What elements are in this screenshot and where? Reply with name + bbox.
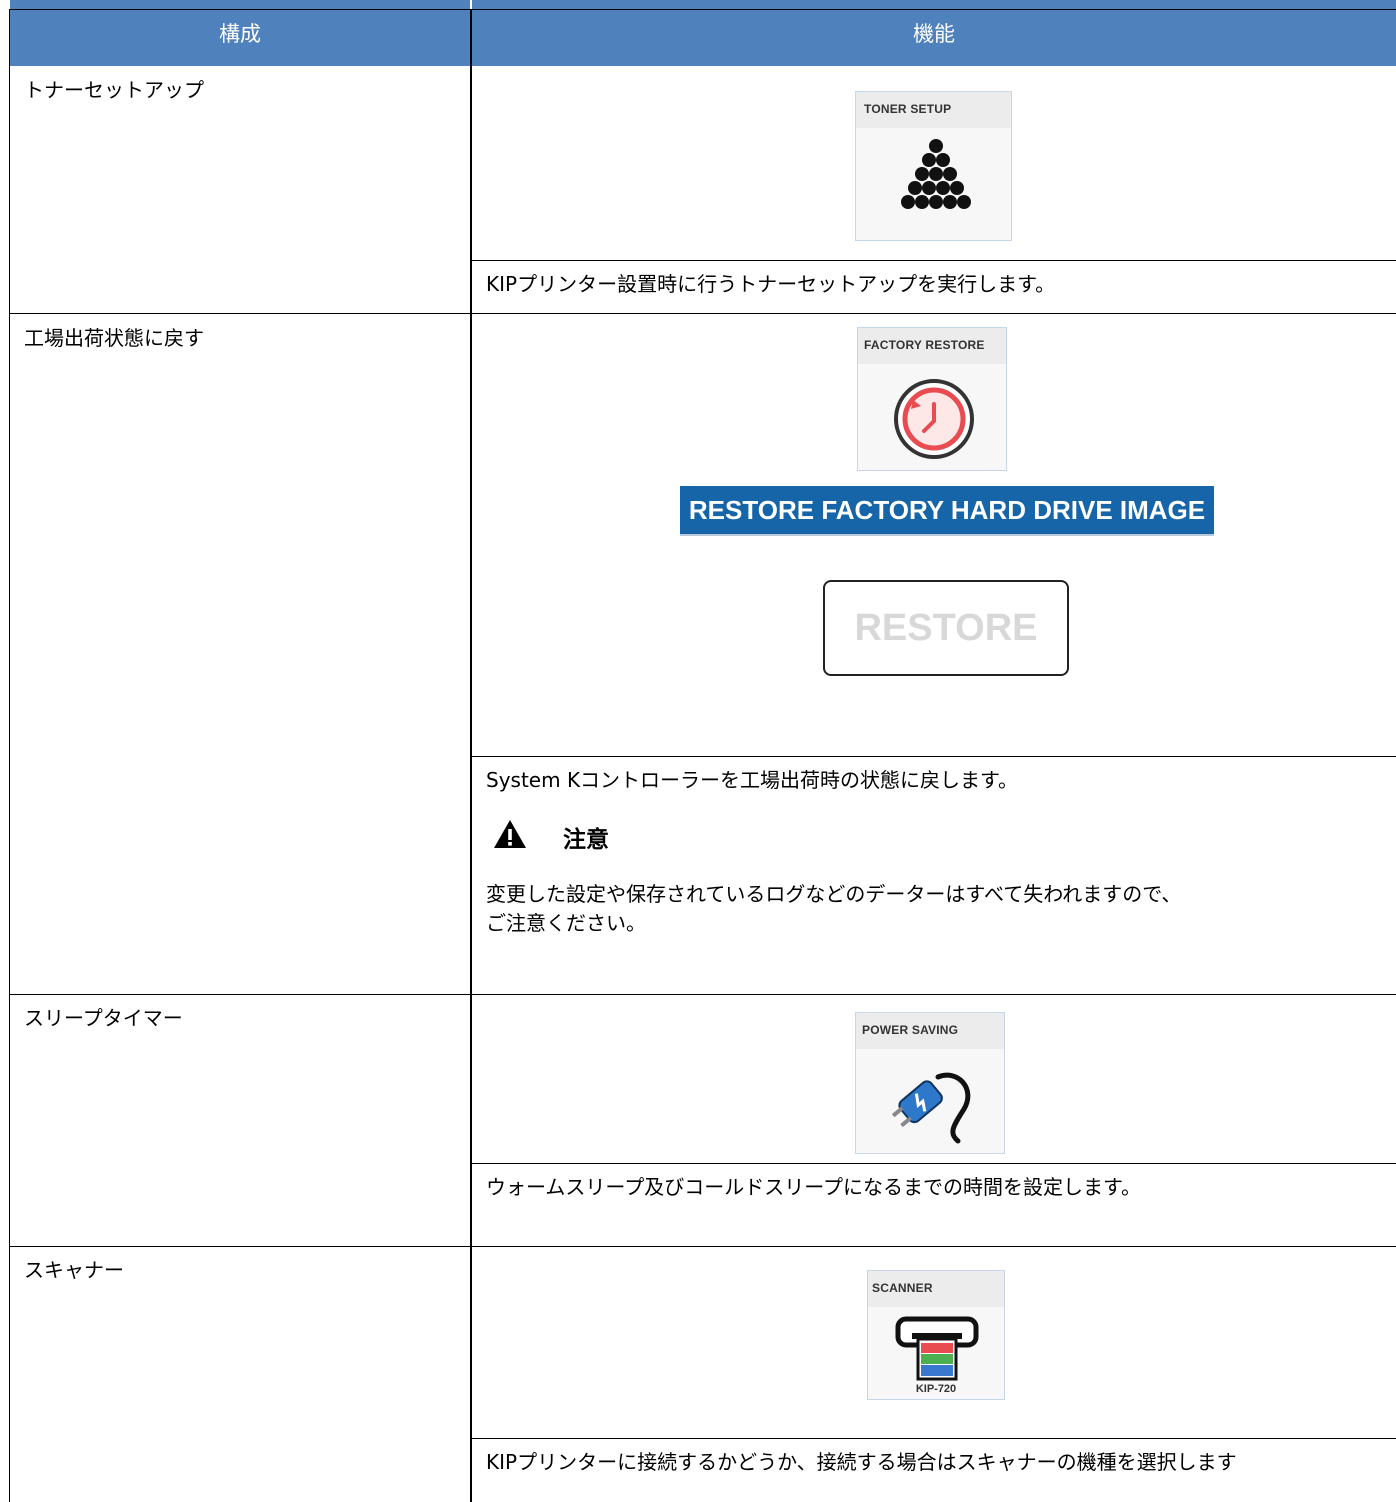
caution-text-line-1: 変更した設定や保存されているログなどのデーターはすべて失われますので、 xyxy=(486,882,1182,906)
power-plug-icon xyxy=(891,1072,971,1144)
cell-divider xyxy=(471,1163,1396,1164)
tile-caption: TONER SETUP xyxy=(864,102,952,116)
row-description-scanner: KIPプリンターに接続するかどうか、接続する場合はスキャナーの機種を選択します xyxy=(486,1450,1237,1474)
cell-divider xyxy=(471,260,1396,261)
table-border-left xyxy=(9,9,10,1502)
row-label-scanner: スキャナー xyxy=(24,1258,124,1282)
restore-clock-icon xyxy=(894,379,974,459)
power-saving-tile[interactable]: POWER SAVING xyxy=(855,1012,1005,1154)
cell-divider xyxy=(471,756,1396,757)
row-label-factory-restore: 工場出荷状態に戻す xyxy=(24,326,204,350)
row-divider xyxy=(9,994,1396,995)
row-label-sleep-timer: スリープタイマー xyxy=(24,1006,183,1030)
tile-caption: POWER SAVING xyxy=(862,1023,959,1037)
row-label-toner-setup: トナーセットアップ xyxy=(24,78,204,102)
row-divider xyxy=(9,313,1396,314)
row-description-sleep-timer: ウォームスリープ及びコールドスリープになるまでの時間を設定します。 xyxy=(486,1175,1141,1199)
row-description-toner-setup: KIPプリンター設置時に行うトナーセットアップを実行します。 xyxy=(486,272,1056,296)
caution-text-line-2: ご注意ください。 xyxy=(486,911,646,935)
toner-setup-tile[interactable]: TONER SETUP xyxy=(855,91,1012,241)
cell-divider xyxy=(471,1438,1396,1439)
toner-pile-icon xyxy=(901,139,971,209)
restore-button[interactable]: RESTORE xyxy=(823,580,1069,676)
row-description-factory-restore: System Kコントローラーを工場出荷時の状態に戻します。 xyxy=(486,768,1019,792)
factory-restore-tile[interactable]: FACTORY RESTORE xyxy=(857,327,1007,471)
restore-image-banner: RESTORE FACTORY HARD DRIVE IMAGE xyxy=(680,486,1214,536)
warning-icon xyxy=(494,820,526,848)
table-border-top xyxy=(9,9,1396,10)
caution-title: 注意 xyxy=(563,827,609,853)
tile-caption: SCANNER xyxy=(872,1281,933,1295)
scanner-model: KIP-720 xyxy=(915,1383,957,1395)
row-divider xyxy=(9,1246,1396,1247)
scanner-icon xyxy=(895,1316,979,1381)
tile-caption: FACTORY RESTORE xyxy=(864,338,985,352)
scanner-tile[interactable]: SCANNER KIP-720 xyxy=(867,1270,1005,1400)
